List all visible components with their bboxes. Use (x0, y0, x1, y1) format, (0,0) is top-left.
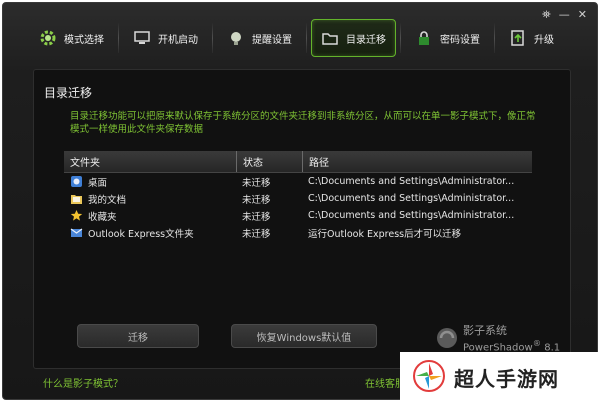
cell-status: 未迁移 (242, 228, 271, 240)
column-header-folder[interactable]: 文件夹 (64, 151, 236, 172)
desktop-icon (70, 175, 83, 188)
cell-folder: 我的文档 (64, 192, 236, 206)
app-window: ⛯ — ✕ 模式选择 开机启动 提醒设置 目录迁移 密码设置 升级 目录迁移 目… (2, 2, 598, 400)
cell-folder: 收藏夹 (64, 209, 236, 223)
monitor-icon (132, 28, 152, 48)
star-icon (70, 209, 83, 222)
toolbar-divider (118, 23, 119, 53)
cell-status: 未迁移 (242, 177, 271, 189)
tab-label: 目录迁移 (346, 34, 386, 46)
cell-path: C:\Documents and Settings\Administrator.… (308, 176, 515, 187)
column-header-path[interactable]: 路径 (302, 151, 532, 172)
upgrade-icon (508, 28, 528, 48)
folder-name: 收藏夹 (88, 211, 117, 223)
watermark: 超人手游网 (400, 352, 600, 402)
table-header: 文件夹 状态 路径 (64, 151, 532, 173)
tab-reminder[interactable]: 提醒设置 (217, 19, 302, 57)
brand-mark-icon (435, 326, 459, 353)
brand-name-cn: 影子系统 (463, 324, 507, 337)
watermark-logo-icon (412, 359, 446, 396)
cell-folder: 桌面 (64, 175, 236, 189)
brand-text: 影子系统 PowerShadow® 8.1 (463, 325, 560, 354)
tab-label: 开机启动 (158, 34, 198, 46)
folder-name: 桌面 (88, 177, 108, 189)
toolbar-divider (494, 23, 495, 53)
tab-password[interactable]: 密码设置 (405, 19, 490, 57)
folder-name: 我的文档 (88, 194, 127, 206)
tab-label: 提醒设置 (252, 34, 292, 46)
toolbar-divider (212, 23, 213, 53)
tab-directory-migration[interactable]: 目录迁移 (311, 19, 396, 57)
documents-icon (70, 192, 83, 205)
toolbar-divider (400, 23, 401, 53)
cell-status: 未迁移 (242, 194, 271, 206)
folder-table: 文件夹 状态 路径 桌面 未迁移 C:\Documents and Settin… (64, 151, 532, 241)
cell-path: C:\Documents and Settings\Administrator.… (308, 210, 515, 221)
cell-folder: Outlook Express文件夹 (64, 226, 236, 240)
tab-startup[interactable]: 开机启动 (123, 19, 208, 57)
restore-defaults-button[interactable]: 恢复Windows默认值 (231, 324, 377, 348)
lock-icon (414, 28, 434, 48)
gear-icon (38, 28, 58, 48)
folder-icon (320, 28, 340, 48)
table-row[interactable]: 桌面 未迁移 C:\Documents and Settings\Adminis… (64, 173, 532, 190)
brand-logo: 影子系统 PowerShadow® 8.1 (435, 325, 560, 354)
migrate-button[interactable]: 迁移 (77, 324, 199, 348)
cell-path: 运行Outlook Express后才可以迁移 (308, 228, 462, 240)
table-row[interactable]: 我的文档 未迁移 C:\Documents and Settings\Admin… (64, 190, 532, 207)
folder-name: Outlook Express文件夹 (88, 228, 194, 240)
bulb-icon (226, 28, 246, 48)
online-support-link[interactable]: 在线客服 (365, 375, 405, 390)
close-button[interactable]: ✕ (578, 9, 587, 20)
cell-status: 未迁移 (242, 211, 271, 223)
toolbar-divider (306, 23, 307, 53)
watermark-text: 超人手游网 (454, 366, 559, 391)
tab-label: 升级 (534, 34, 554, 46)
tab-label: 密码设置 (440, 34, 480, 46)
tab-label: 模式选择 (64, 34, 104, 46)
tab-mode-select[interactable]: 模式选择 (29, 19, 114, 57)
page-description: 目录迁移功能可以把原来默认保存于系统分区的文件夹迁移到非系统分区，从而可以在单一… (70, 111, 536, 135)
page-title: 目录迁移 (44, 86, 93, 100)
tab-upgrade[interactable]: 升级 (499, 19, 564, 57)
outlook-icon (70, 226, 83, 239)
column-header-status[interactable]: 状态 (236, 151, 302, 172)
what-is-shadow-mode-link[interactable]: 什么是影子模式？ (43, 375, 123, 390)
toolbar: 模式选择 开机启动 提醒设置 目录迁移 密码设置 升级 (29, 17, 564, 59)
table-row[interactable]: Outlook Express文件夹 未迁移 运行Outlook Express… (64, 224, 532, 241)
table-row[interactable]: 收藏夹 未迁移 C:\Documents and Settings\Admini… (64, 207, 532, 224)
cell-path: C:\Documents and Settings\Administrator.… (308, 193, 515, 204)
